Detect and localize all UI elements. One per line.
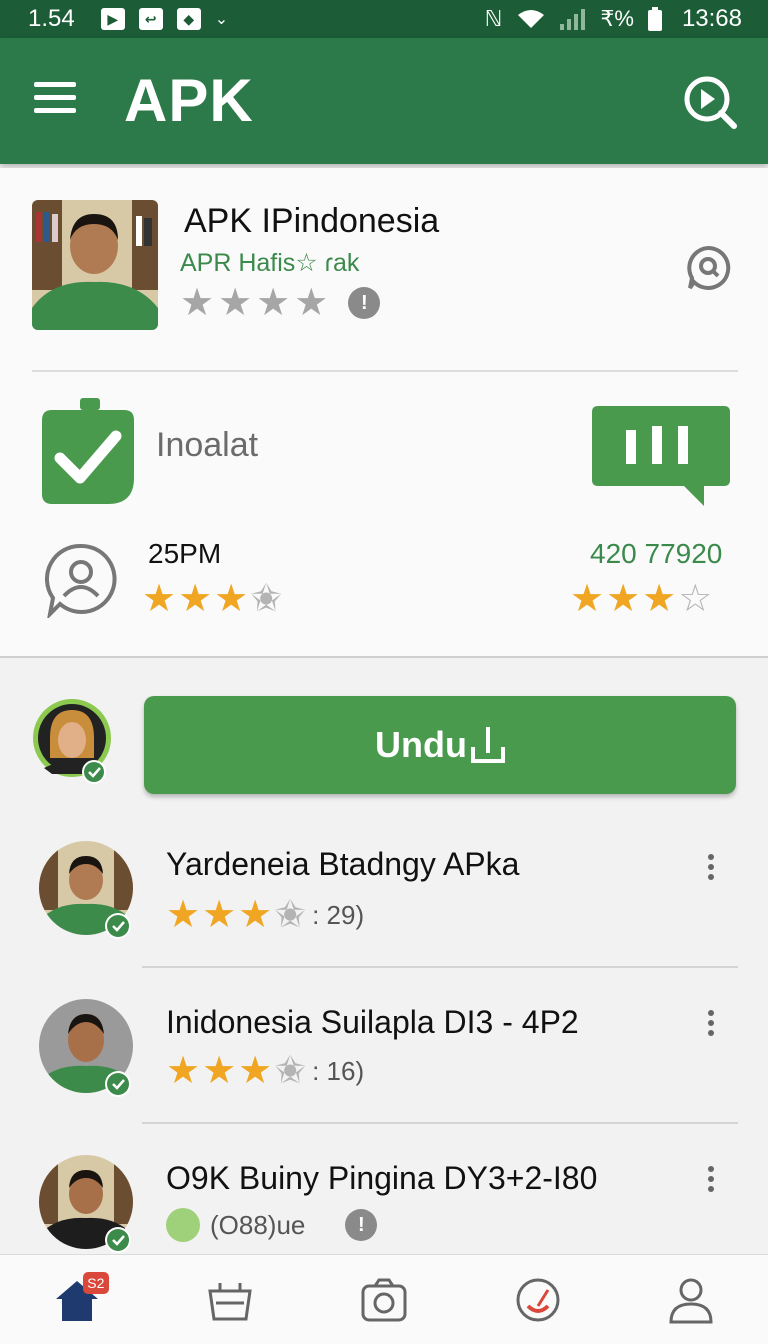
app-rating-stars: ★ ★ ★ ★ ! bbox=[180, 282, 381, 324]
rating-left-stars: ★ ★ ★ ✬ bbox=[142, 580, 282, 618]
item-title: Inidonesia Suilapla DI3 - 4P2 bbox=[166, 1004, 579, 1040]
half-star-icon: ✬ bbox=[250, 578, 283, 620]
star-icon: ★ bbox=[202, 894, 237, 936]
menu-icon-line bbox=[34, 108, 76, 113]
list-item[interactable]: O9K Buiny Pingina DY3+2-I80 (O88)ue ! bbox=[0, 1144, 768, 1254]
item-rating: ★ ★ ★ ✬ : 16) bbox=[166, 1052, 364, 1090]
item-avatar bbox=[39, 999, 133, 1097]
star-icon: ★ bbox=[142, 578, 177, 620]
message-notification-icon: ↩ bbox=[138, 8, 163, 30]
more-options-icon[interactable] bbox=[700, 850, 722, 884]
wifi-icon bbox=[518, 10, 545, 28]
nav-store[interactable] bbox=[200, 1270, 260, 1330]
half-star-icon: ✬ bbox=[274, 1050, 307, 1092]
more-options-icon[interactable] bbox=[700, 1006, 722, 1040]
nav-profile[interactable] bbox=[661, 1270, 721, 1330]
app-bar: APK bbox=[0, 38, 768, 164]
section-divider bbox=[0, 656, 768, 658]
item-review-count: : 16) bbox=[312, 1055, 365, 1086]
user-avatar[interactable] bbox=[32, 698, 112, 786]
star-icon: ★ bbox=[606, 578, 641, 620]
play-notification-icon: ▶ bbox=[100, 8, 125, 30]
star-icon: ★ bbox=[180, 282, 215, 324]
install-status-label: Inoalat bbox=[156, 426, 259, 464]
menu-icon-line bbox=[34, 82, 76, 87]
list-divider bbox=[142, 966, 738, 968]
stats-chat-icon[interactable] bbox=[592, 406, 730, 508]
mini-avatar-icon bbox=[166, 1208, 200, 1242]
signal-icon bbox=[560, 9, 586, 30]
basket-icon bbox=[208, 1282, 253, 1320]
battery-text: ₹% bbox=[600, 6, 634, 31]
item-meta: (O88)ue ! bbox=[166, 1208, 378, 1242]
profile-icon bbox=[669, 1278, 713, 1323]
star-icon: ★ bbox=[238, 894, 273, 936]
menu-button[interactable] bbox=[34, 82, 80, 120]
download-icon bbox=[470, 727, 505, 763]
installed-check-icon bbox=[42, 398, 134, 504]
status-bar: 1.54 ▶ ↩ ◆ ⌄ ℕ ₹% 13:68 bbox=[0, 0, 768, 38]
nfc-icon: ℕ bbox=[484, 6, 503, 31]
battery-icon bbox=[647, 7, 662, 31]
item-avatar bbox=[39, 1155, 133, 1253]
divider bbox=[32, 370, 738, 372]
user-chat-icon bbox=[45, 543, 117, 618]
item-meta-text: (O88)ue bbox=[210, 1209, 306, 1240]
info-icon[interactable]: ! bbox=[345, 1209, 378, 1241]
rating-right-value: 420 77920 bbox=[590, 538, 723, 569]
download-button[interactable]: Undu bbox=[144, 696, 736, 794]
app-title: APK bbox=[124, 67, 254, 134]
item-avatar bbox=[39, 841, 133, 939]
camera-icon bbox=[361, 1278, 407, 1321]
list-item[interactable]: Yardeneia Btadngy APka ★ ★ ★ ✬ : 29) bbox=[0, 830, 768, 980]
list-item[interactable]: Inidonesia Suilapla DI3 - 4P2 ★ ★ ★ ✬ : … bbox=[0, 988, 768, 1138]
search-play-icon[interactable] bbox=[682, 74, 738, 130]
empty-star-icon: ☆ bbox=[678, 578, 713, 620]
menu-icon-line bbox=[34, 95, 76, 100]
download-label: Undu bbox=[375, 724, 467, 765]
search-chat-icon[interactable] bbox=[684, 244, 732, 292]
star-icon: ★ bbox=[238, 1050, 273, 1092]
star-icon: ★ bbox=[294, 282, 329, 324]
more-options-icon[interactable] bbox=[700, 1162, 722, 1196]
location-notification-icon: ◆ bbox=[176, 8, 201, 30]
nav-speed[interactable] bbox=[508, 1270, 568, 1330]
star-icon: ★ bbox=[214, 578, 249, 620]
star-icon: ★ bbox=[570, 578, 605, 620]
item-title: O9K Buiny Pingina DY3+2-I80 bbox=[166, 1160, 598, 1196]
bottom-navigation: S2 bbox=[0, 1254, 768, 1344]
app-detail-card: APK IPindonesia APR Hafis☆ ɾak ★ ★ ★ ★ !… bbox=[0, 168, 768, 656]
star-icon: ★ bbox=[642, 578, 677, 620]
gauge-icon bbox=[516, 1278, 560, 1321]
star-icon: ★ bbox=[256, 282, 291, 324]
star-icon: ★ bbox=[166, 894, 201, 936]
expand-icon: ⌄ bbox=[214, 11, 229, 28]
item-title: Yardeneia Btadngy APka bbox=[166, 846, 520, 882]
item-review-count: : 29) bbox=[312, 899, 365, 930]
app-developer-avatar bbox=[32, 200, 158, 330]
app-name: APK IPindonesia bbox=[184, 202, 440, 240]
rating-left-value: 25PM bbox=[148, 538, 222, 569]
star-icon: ★ bbox=[178, 578, 213, 620]
rating-right-stars: ★ ★ ★ ☆ bbox=[570, 580, 712, 618]
home-badge: S2 bbox=[82, 1271, 109, 1294]
status-clock: 13:68 bbox=[681, 5, 742, 32]
status-time: 1.54 bbox=[28, 5, 75, 32]
list-divider bbox=[142, 1122, 738, 1124]
nav-camera[interactable] bbox=[354, 1270, 414, 1330]
star-icon: ★ bbox=[202, 1050, 237, 1092]
half-star-icon: ✬ bbox=[274, 894, 307, 936]
star-icon: ★ bbox=[166, 1050, 201, 1092]
star-icon: ★ bbox=[218, 282, 253, 324]
app-subtitle: APR Hafis☆ ɾak bbox=[180, 249, 360, 277]
item-rating: ★ ★ ★ ✬ : 29) bbox=[166, 896, 364, 934]
nav-home[interactable]: S2 bbox=[47, 1270, 109, 1330]
info-icon[interactable]: ! bbox=[348, 287, 381, 319]
